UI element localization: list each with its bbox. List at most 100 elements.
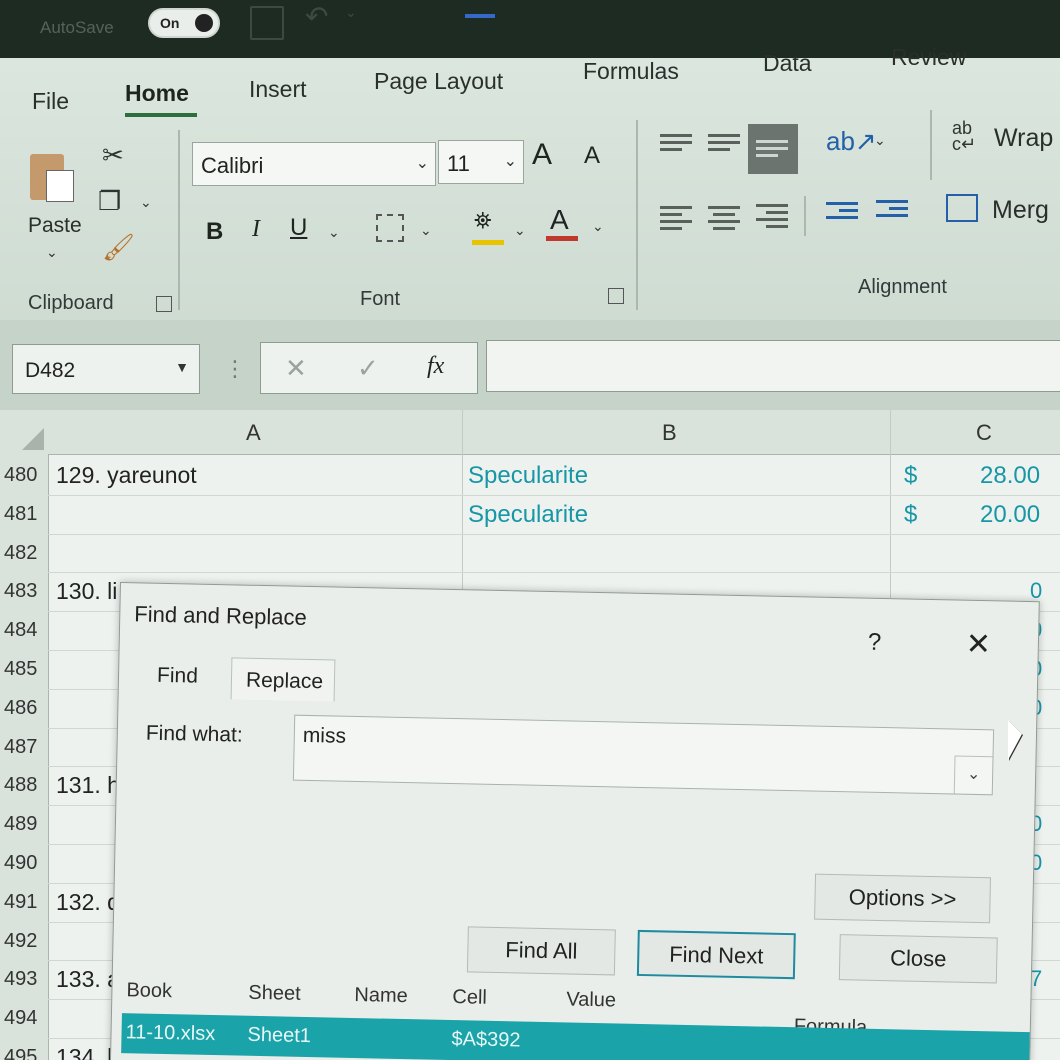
row-number[interactable]: 489 <box>4 813 37 836</box>
undo-icon[interactable]: ↶ <box>305 0 328 33</box>
column-header-a[interactable]: A <box>246 420 261 446</box>
underline-button[interactable]: U <box>290 214 307 242</box>
italic-button[interactable]: I <box>252 216 260 243</box>
orientation-icon[interactable]: ab↗ <box>826 126 877 157</box>
wrap-text-button[interactable]: Wrap <box>994 124 1053 153</box>
cell-c[interactable]: 20.00 <box>980 501 1040 529</box>
chevron-down-icon[interactable]: ⌄ <box>953 755 993 795</box>
wrap-text-icon[interactable]: ab c↵ <box>952 119 976 153</box>
cell-a[interactable]: 129. yareunot <box>56 462 197 489</box>
clipboard-launcher-icon[interactable] <box>156 296 172 312</box>
row-number[interactable]: 481 <box>4 503 37 526</box>
enter-icon[interactable]: ✓ <box>357 353 379 384</box>
increase-indent-icon[interactable] <box>876 196 908 226</box>
row-number[interactable]: 492 <box>4 930 37 953</box>
paste-button-label[interactable]: Paste <box>28 214 82 238</box>
cell-b[interactable]: Specularite <box>468 501 588 529</box>
copy-dropdown-icon[interactable]: ⌄ <box>140 194 152 211</box>
borders-icon[interactable] <box>376 214 404 242</box>
column-header-b[interactable]: B <box>662 420 677 446</box>
fill-color-icon[interactable]: ⛯ <box>474 208 492 234</box>
fill-dropdown-icon[interactable]: ⌄ <box>514 222 526 239</box>
row-number[interactable]: 495 <box>4 1046 37 1060</box>
chevron-down-icon[interactable]: ▼ <box>175 359 189 375</box>
results-col-name[interactable]: Name <box>354 984 408 1008</box>
align-top-icon[interactable] <box>660 130 692 160</box>
row-number[interactable]: 488 <box>4 774 37 797</box>
close-icon[interactable]: ✕ <box>966 627 992 663</box>
cell-c[interactable]: 28.00 <box>980 462 1040 490</box>
font-color-button[interactable]: A <box>550 204 569 236</box>
row-number[interactable]: 483 <box>4 580 37 603</box>
tab-formulas[interactable]: Formulas <box>583 58 679 85</box>
row-number[interactable]: 490 <box>4 852 37 875</box>
copy-icon[interactable]: ❐ <box>98 186 121 217</box>
options-button[interactable]: Options >> <box>814 873 992 924</box>
paste-dropdown-icon[interactable]: ⌄ <box>46 244 58 261</box>
cell-a[interactable]: 131. h <box>56 772 120 799</box>
formula-bar-grip[interactable]: ⋮ <box>224 356 246 382</box>
find-next-button[interactable]: Find Next <box>636 929 796 980</box>
format-painter-icon[interactable]: 🖌 <box>102 232 135 263</box>
results-col-sheet[interactable]: Sheet <box>248 982 301 1006</box>
tab-review[interactable]: Review <box>891 44 966 71</box>
tab-find[interactable]: Find <box>157 664 198 689</box>
cancel-icon[interactable]: ✕ <box>285 353 307 384</box>
row-number[interactable]: 486 <box>4 697 37 720</box>
tab-replace[interactable]: Replace <box>230 657 336 702</box>
find-what-input[interactable]: miss ⌄ <box>292 714 995 796</box>
paste-icon[interactable] <box>30 148 74 202</box>
merge-center-button[interactable]: Merg <box>992 196 1049 225</box>
font-launcher-icon[interactable] <box>608 288 624 304</box>
tab-home[interactable]: Home <box>125 80 189 107</box>
align-middle-icon[interactable] <box>708 130 740 160</box>
font-size-select[interactable]: 11 ⌄ <box>438 140 524 184</box>
formula-input[interactable] <box>486 340 1060 392</box>
autosave-toggle[interactable]: On <box>148 8 220 38</box>
align-left-icon[interactable] <box>660 202 692 232</box>
tab-insert[interactable]: Insert <box>249 76 307 103</box>
decrease-indent-icon[interactable] <box>826 198 858 228</box>
results-col-cell[interactable]: Cell <box>452 986 487 1010</box>
insert-function-icon[interactable]: fx <box>427 353 444 380</box>
row-number[interactable]: 482 <box>4 542 37 565</box>
cell-a[interactable]: 130. li <box>56 578 117 605</box>
results-col-book[interactable]: Book <box>126 979 172 1003</box>
merge-center-icon[interactable] <box>946 194 978 222</box>
row-number[interactable]: 484 <box>4 619 37 642</box>
find-all-button[interactable]: Find All <box>466 926 616 976</box>
font-family-select[interactable]: Calibri ⌄ <box>192 142 436 186</box>
undo-dropdown-icon[interactable]: ⌄ <box>345 4 357 21</box>
select-all-corner[interactable] <box>0 410 48 454</box>
row-number[interactable]: 493 <box>4 968 37 991</box>
align-right-icon[interactable] <box>756 200 788 230</box>
cell-a[interactable]: 132. d <box>56 889 120 916</box>
orientation-dropdown-icon[interactable]: ⌄ <box>874 132 886 149</box>
tab-data[interactable]: Data <box>763 50 812 77</box>
shrink-font-button[interactable]: A <box>584 142 600 170</box>
group-separator <box>804 196 806 236</box>
borders-dropdown-icon[interactable]: ⌄ <box>420 222 432 239</box>
row-number[interactable]: 485 <box>4 658 37 681</box>
formula-buttons: ✕ ✓ fx <box>260 342 478 394</box>
column-header-c[interactable]: C <box>976 420 992 446</box>
align-center-icon[interactable] <box>708 202 740 232</box>
cell-a[interactable]: 133. a <box>56 966 120 993</box>
name-box[interactable]: D482 ▼ <box>12 344 200 394</box>
help-button[interactable]: ? <box>868 629 882 657</box>
save-icon[interactable] <box>250 6 284 40</box>
tab-page-layout[interactable]: Page Layout <box>374 68 503 95</box>
row-number[interactable]: 487 <box>4 736 37 759</box>
cut-icon[interactable]: ✂ <box>102 140 124 171</box>
results-col-value[interactable]: Value <box>566 988 616 1012</box>
grow-font-button[interactable]: A <box>532 138 552 172</box>
row-number[interactable]: 480 <box>4 464 37 487</box>
row-number[interactable]: 494 <box>4 1007 37 1030</box>
cell-b[interactable]: Specularite <box>468 462 588 490</box>
underline-dropdown-icon[interactable]: ⌄ <box>328 224 340 241</box>
bold-button[interactable]: B <box>206 218 223 246</box>
close-button[interactable]: Close <box>838 934 998 984</box>
font-color-dropdown-icon[interactable]: ⌄ <box>592 218 604 235</box>
row-number[interactable]: 491 <box>4 891 37 914</box>
tab-file[interactable]: File <box>32 88 69 115</box>
